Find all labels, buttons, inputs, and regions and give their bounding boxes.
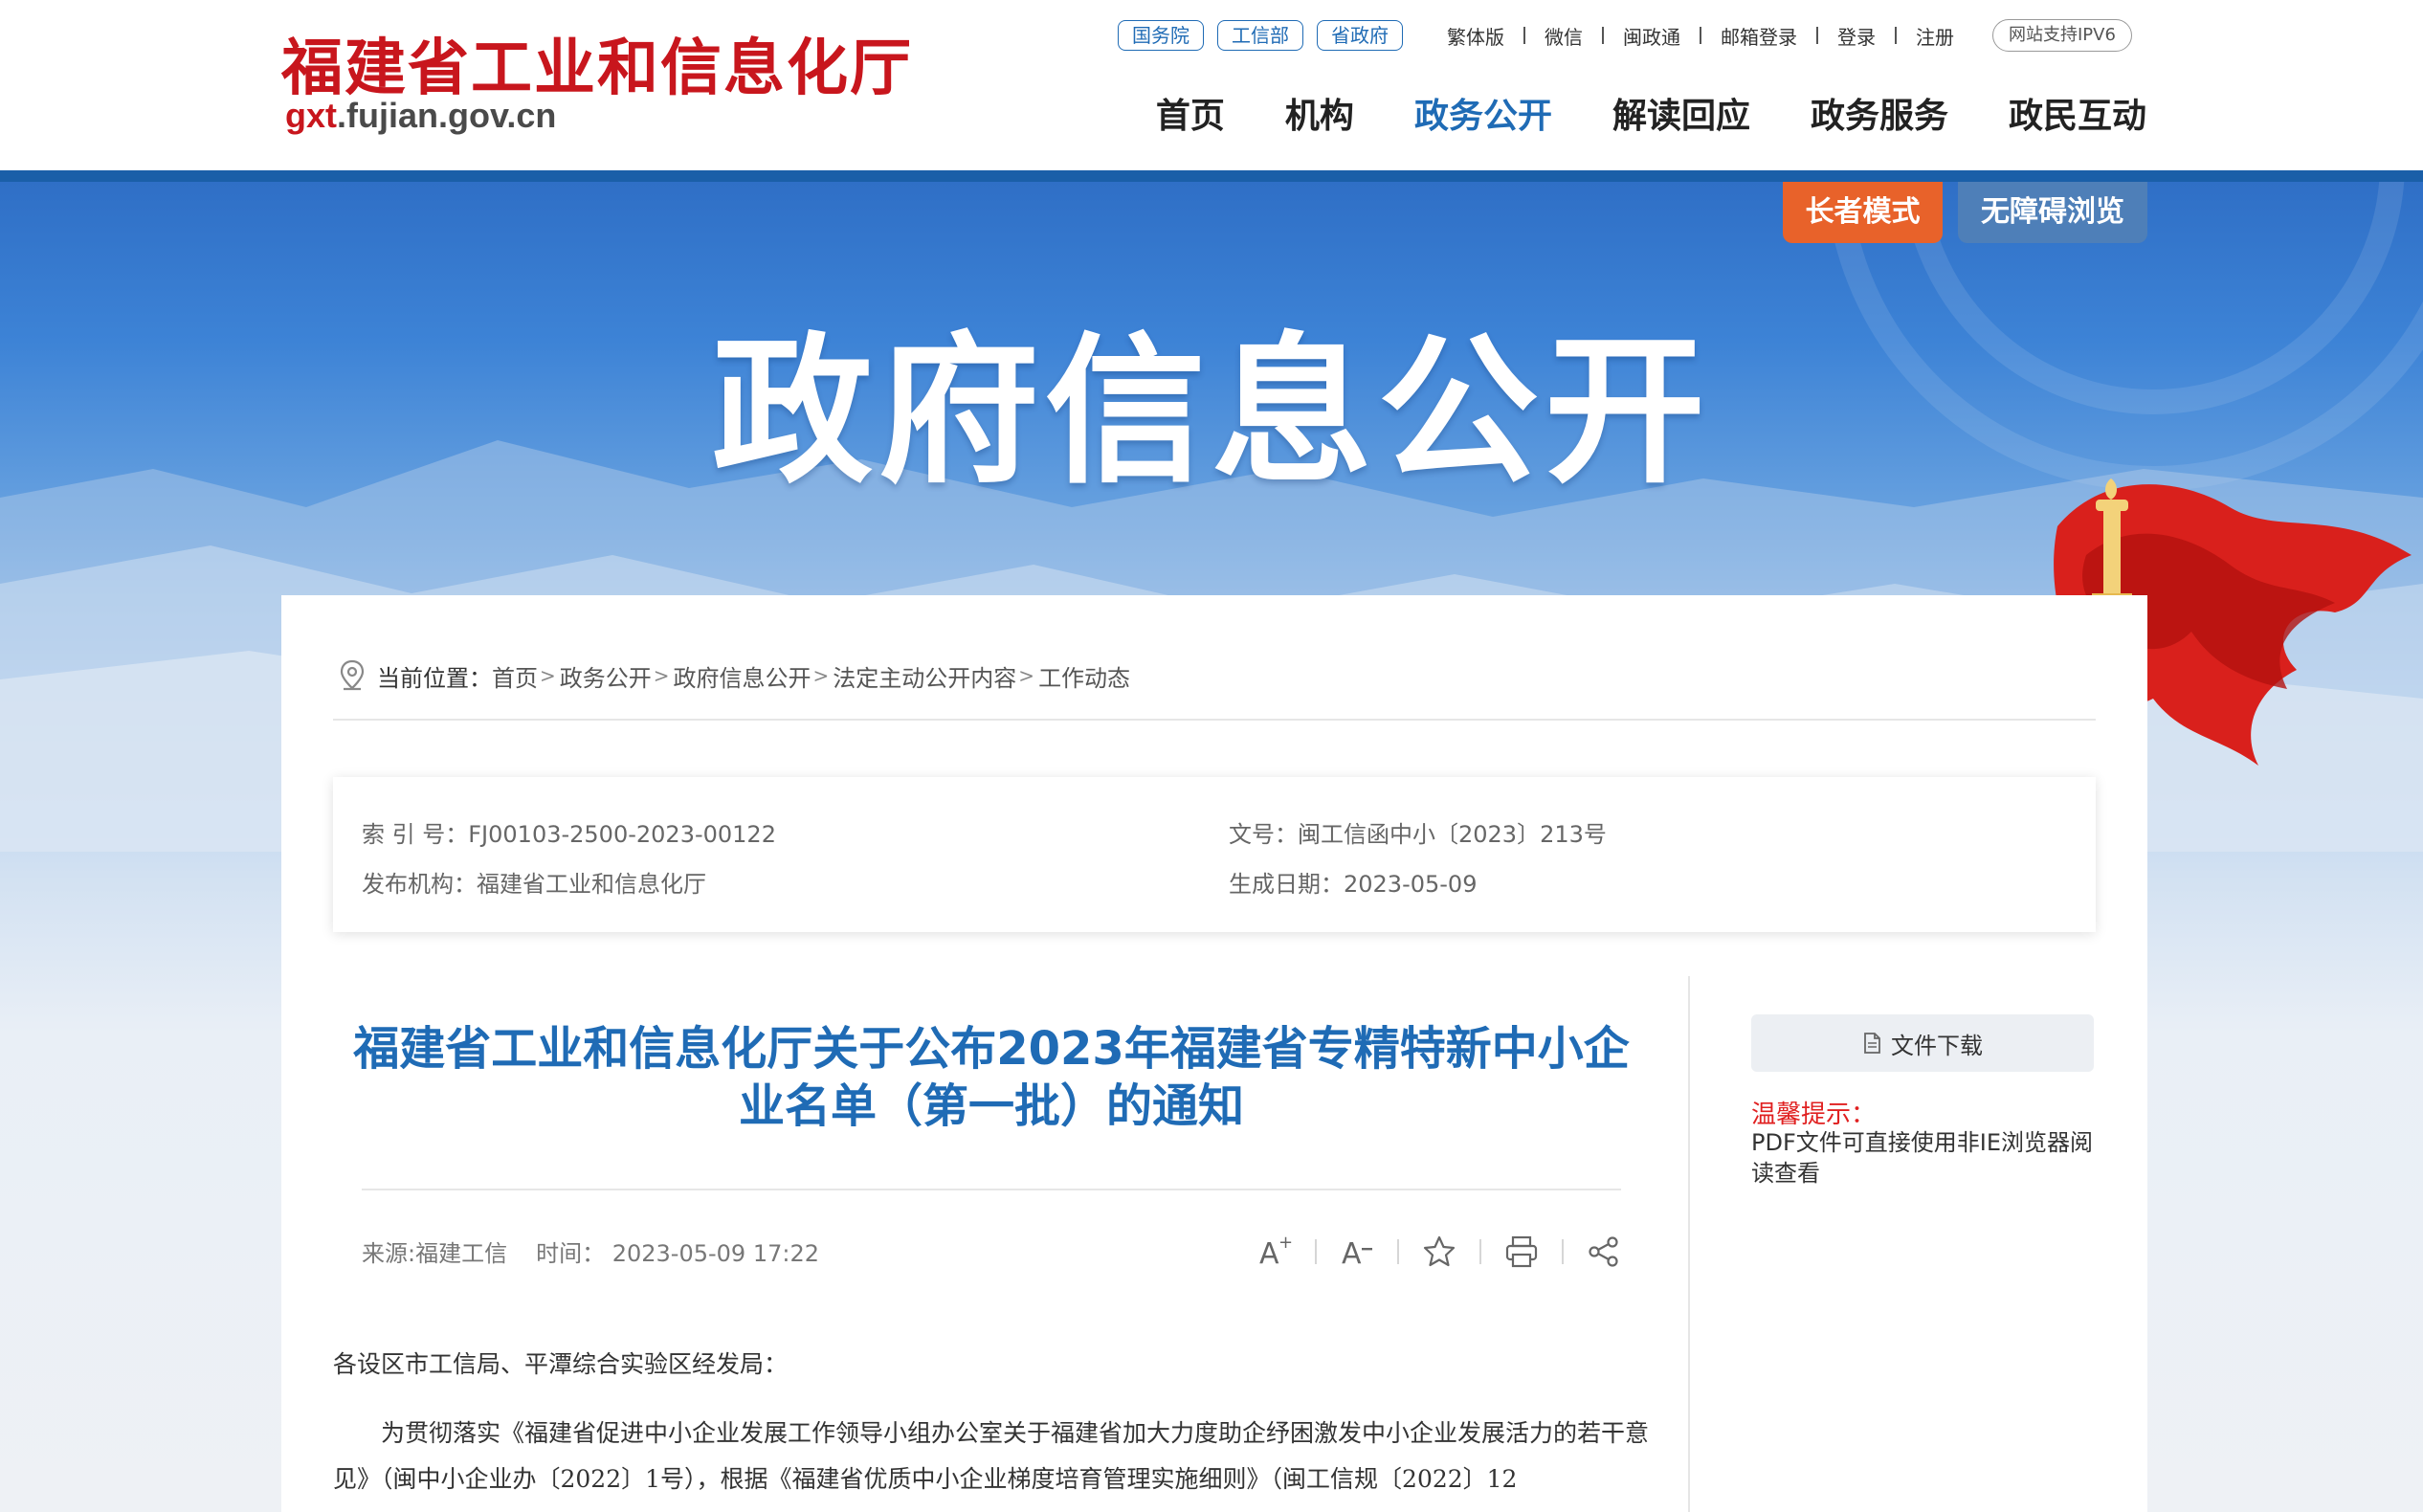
link-minzhengtong[interactable]: 闽政通 — [1623, 22, 1680, 50]
breadcrumb-separator: > — [540, 664, 556, 687]
toolbar-divider — [1479, 1239, 1481, 1264]
divider — [1523, 27, 1525, 44]
nav-home[interactable]: 首页 — [1156, 88, 1225, 138]
breadcrumb-separator: > — [812, 664, 830, 687]
print-icon[interactable] — [1500, 1231, 1543, 1273]
article-title: 福建省工业和信息化厅关于公布2023年福建省专精特新中小企业名单（第一批）的通知 — [353, 1022, 1630, 1133]
domain-suffix: .fujian.gov.cn — [337, 96, 557, 135]
breadcrumb-separator: > — [653, 664, 670, 687]
site-header: 福建省工业和信息化厅 gxt.fujian.gov.cn 国务院 工信部 省政府… — [0, 0, 2423, 170]
font-decrease-icon[interactable]: A — [1336, 1231, 1378, 1273]
column-divider — [1688, 976, 1690, 1512]
share-icon[interactable] — [1583, 1231, 1625, 1273]
article-source-line: 来源:福建工信 时间： 2023-05-09 17:22 — [362, 1234, 819, 1268]
nav-government-services[interactable]: 政务服务 — [1811, 88, 1948, 138]
nav-interpretation[interactable]: 解读回应 — [1612, 88, 1750, 138]
article-salutation: 各设区市工信局、平潭综合实验区经发局： — [333, 1350, 789, 1378]
link-miit[interactable]: 工信部 — [1217, 20, 1303, 51]
nav-organization[interactable]: 机构 — [1285, 88, 1354, 138]
breadcrumb-info-disclosure[interactable]: 政府信息公开 — [674, 659, 811, 693]
elder-mode-button[interactable]: 长者模式 — [1783, 182, 1943, 243]
site-logo-domain[interactable]: gxt.fujian.gov.cn — [285, 96, 556, 136]
link-login[interactable]: 登录 — [1837, 22, 1876, 50]
link-state-council[interactable]: 国务院 — [1118, 20, 1204, 51]
link-province-gov[interactable]: 省政府 — [1317, 20, 1403, 51]
divider — [1816, 27, 1818, 44]
tip-text: PDF文件可直接使用非IE浏览器阅读查看 — [1751, 1129, 2093, 1187]
tip-title: 温馨提示： — [1751, 1101, 1877, 1129]
breadcrumb-divider — [333, 719, 2096, 721]
meta-generated-date: 生成日期：2023-05-09 — [1229, 871, 1478, 898]
toolbar-divider — [1397, 1239, 1399, 1264]
header-divider-strip — [0, 170, 2423, 182]
divider — [1895, 27, 1897, 44]
accessibility-button[interactable]: 无障碍浏览 — [1958, 182, 2147, 243]
article-paragraph: 为贯彻落实《福建省促进中小企业发展工作领导小组办公室关于福建省加大力度助企纾困激… — [333, 1419, 1650, 1493]
article-source: 来源:福建工信 — [362, 1240, 508, 1267]
title-divider — [362, 1189, 1621, 1190]
link-mail-login[interactable]: 邮箱登录 — [1721, 22, 1797, 50]
favorite-star-icon[interactable] — [1418, 1231, 1460, 1273]
article-time: 时间： 2023-05-09 17:22 — [536, 1240, 819, 1267]
article-toolbar: A + A — [1254, 1231, 1625, 1273]
document-meta-box: 索 引 号：FJ00103-2500-2023-00122 文号：闽工信函中小〔… — [333, 777, 2096, 932]
nav-public-interaction[interactable]: 政民互动 — [2009, 88, 2146, 138]
link-register[interactable]: 注册 — [1916, 22, 1954, 50]
file-download-button[interactable]: 文件下载 — [1751, 1014, 2094, 1072]
svg-text:A: A — [1342, 1237, 1362, 1271]
main-nav: 首页 机构 政务公开 解读回应 政务服务 政民互动 — [1096, 88, 2146, 138]
site-logo-chinese[interactable]: 福建省工业和信息化厅 — [281, 19, 913, 107]
file-download-label: 文件下载 — [1891, 1032, 1983, 1059]
divider — [1700, 27, 1701, 44]
font-increase-icon[interactable]: A + — [1254, 1231, 1296, 1273]
link-traditional-chinese[interactable]: 繁体版 — [1447, 22, 1504, 50]
nav-government-affairs[interactable]: 政务公开 — [1414, 88, 1552, 138]
svg-text:+: + — [1278, 1233, 1293, 1253]
breadcrumb-label: 当前位置： — [377, 664, 492, 692]
meta-publisher: 发布机构：福建省工业和信息化厅 — [362, 871, 706, 898]
breadcrumb-work-news[interactable]: 工作动态 — [1038, 659, 1130, 693]
toolbar-divider — [1562, 1239, 1564, 1264]
breadcrumb-separator: > — [1018, 664, 1035, 687]
location-pin-icon — [340, 659, 365, 691]
toolbar-divider — [1315, 1239, 1317, 1264]
domain-prefix: gxt — [285, 96, 337, 135]
svg-text:A: A — [1259, 1237, 1279, 1271]
breadcrumb-home[interactable]: 首页 — [492, 659, 538, 693]
breadcrumb-government-affairs[interactable]: 政务公开 — [560, 659, 652, 693]
breadcrumb-statutory-content[interactable]: 法定主动公开内容 — [833, 659, 1016, 693]
meta-document-number: 文号：闽工信函中小〔2023〕213号 — [1229, 821, 1607, 848]
link-wechat[interactable]: 微信 — [1545, 22, 1583, 50]
breadcrumb: 当前位置： 首页 > 政务公开 > 政府信息公开 > 法定主动公开内容 > 工作动态 — [339, 656, 1130, 695]
ipv6-badge: 网站支持IPV6 — [1992, 19, 2132, 52]
divider — [1602, 27, 1604, 44]
content-card: 当前位置： 首页 > 政务公开 > 政府信息公开 > 法定主动公开内容 > 工作动态 索… — [281, 595, 2147, 1512]
top-links-bar: 国务院 工信部 省政府 繁体版 微信 闽政通 邮箱登录 登录 注册 网站支持IP… — [1118, 19, 2132, 52]
document-icon — [1864, 1033, 1880, 1054]
meta-index-number: 索 引 号：FJ00103-2500-2023-00122 — [362, 821, 776, 848]
utility-links: 繁体版 微信 闽政通 邮箱登录 登录 注册 — [1447, 22, 1954, 50]
